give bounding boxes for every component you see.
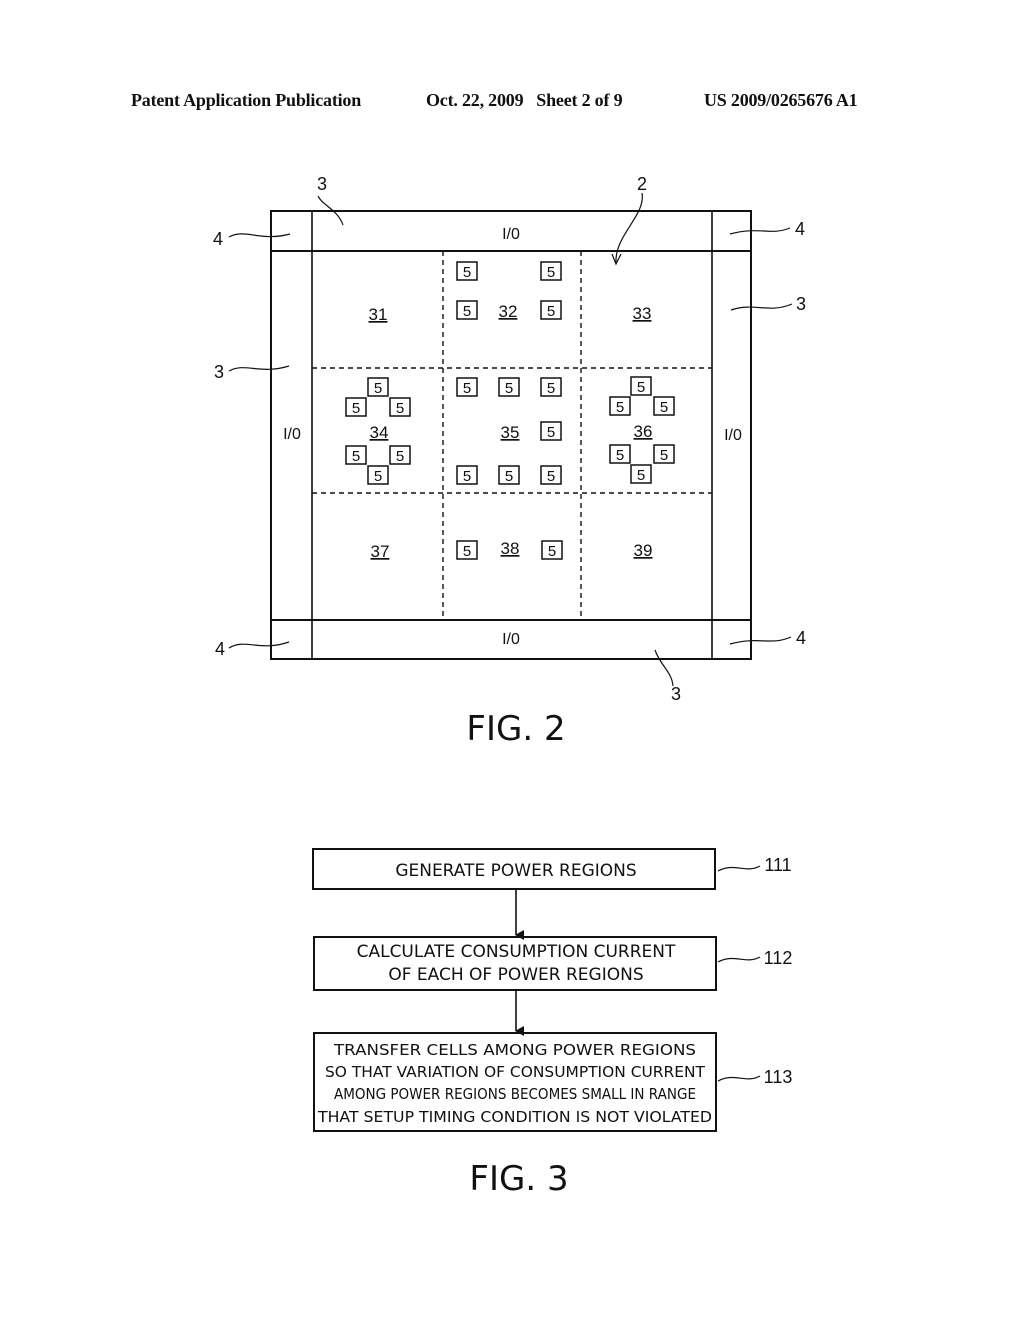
cell-label: 5 <box>463 380 471 397</box>
cell-label: 5 <box>660 399 668 416</box>
region-35: 35 <box>501 423 520 442</box>
fig2-caption: FIG. 2 <box>466 709 565 749</box>
io-label-left: I/0 <box>283 426 301 443</box>
figures-canvas: I/0 I/0 I/0 I/0 31 32 33 34 35 36 37 38 … <box>213 174 806 1199</box>
region-31: 31 <box>369 305 388 324</box>
io-label-top: I/0 <box>502 226 520 243</box>
ref-3-right: 3 <box>796 294 806 314</box>
cell-label: 5 <box>396 400 404 417</box>
io-label-right: I/0 <box>724 427 742 444</box>
ref-112: 112 <box>764 948 793 968</box>
leader-4-br <box>729 636 792 645</box>
leader-3-bottom <box>654 649 674 687</box>
ref-113: 113 <box>764 1067 793 1087</box>
leader-3-left <box>228 365 290 372</box>
leader-3-right <box>730 303 793 311</box>
cell-label: 5 <box>547 424 555 441</box>
step-112-text-line2: OF EACH OF POWER REGIONS <box>388 965 643 985</box>
cell-label: 5 <box>463 264 471 281</box>
leader-4-bl <box>228 641 290 649</box>
region-34: 34 <box>370 423 389 442</box>
ref-4-tl: 4 <box>213 229 223 249</box>
cell-label: 5 <box>637 467 645 484</box>
region-37: 37 <box>371 542 390 561</box>
ref-4-tr: 4 <box>795 219 805 239</box>
step-113-text-line2: SO THAT VARIATION OF CONSUMPTION CURRENT <box>325 1063 706 1081</box>
ref-2: 2 <box>637 174 647 194</box>
cell-label: 5 <box>660 447 668 464</box>
ref-4-bl: 4 <box>215 639 225 659</box>
region-38: 38 <box>501 539 520 558</box>
cell-label: 5 <box>547 303 555 320</box>
cell-label: 5 <box>463 543 471 560</box>
region-33: 33 <box>633 304 652 323</box>
region-36: 36 <box>634 422 653 441</box>
cell-label: 5 <box>616 399 624 416</box>
ref-3-top: 3 <box>317 174 327 194</box>
leader-111 <box>717 865 761 872</box>
io-label-bottom: I/0 <box>502 631 520 648</box>
cell-label: 5 <box>616 447 624 464</box>
cell-label: 5 <box>396 448 404 465</box>
leader-4-tl <box>228 233 291 238</box>
cell-label: 5 <box>374 380 382 397</box>
ref-111: 111 <box>764 855 791 875</box>
step-112-text-line1: CALCULATE CONSUMPTION CURRENT <box>357 942 676 962</box>
cell-label: 5 <box>463 303 471 320</box>
cell-label: 5 <box>547 468 555 485</box>
region-39: 39 <box>634 541 653 560</box>
cell-label: 5 <box>374 468 382 485</box>
fig3-caption: FIG. 3 <box>469 1159 568 1199</box>
cell-label: 5 <box>463 468 471 485</box>
cell-label: 5 <box>505 468 513 485</box>
ref-3-bottom: 3 <box>671 684 681 704</box>
step-113-text-line4: THAT SETUP TIMING CONDITION IS NOT VIOLA… <box>317 1108 712 1126</box>
cell-label: 5 <box>548 543 556 560</box>
step-113-text-line3: AMONG POWER REGIONS BECOMES SMALL IN RAN… <box>334 1085 696 1103</box>
step-113-text-line1: TRANSFER CELLS AMONG POWER REGIONS <box>333 1041 696 1059</box>
cell-label: 5 <box>547 264 555 281</box>
cell-label: 5 <box>547 380 555 397</box>
ref-4-br: 4 <box>796 628 806 648</box>
cell-label: 5 <box>505 380 513 397</box>
leader-4-tr <box>729 227 791 235</box>
cell-label: 5 <box>352 400 360 417</box>
step-111-text: GENERATE POWER REGIONS <box>395 861 636 881</box>
leader-112 <box>717 956 761 963</box>
cell-label: 5 <box>637 379 645 396</box>
ref-3-left: 3 <box>214 362 224 382</box>
region-32: 32 <box>499 302 518 321</box>
leader-113 <box>717 1075 761 1082</box>
cell-label: 5 <box>352 448 360 465</box>
